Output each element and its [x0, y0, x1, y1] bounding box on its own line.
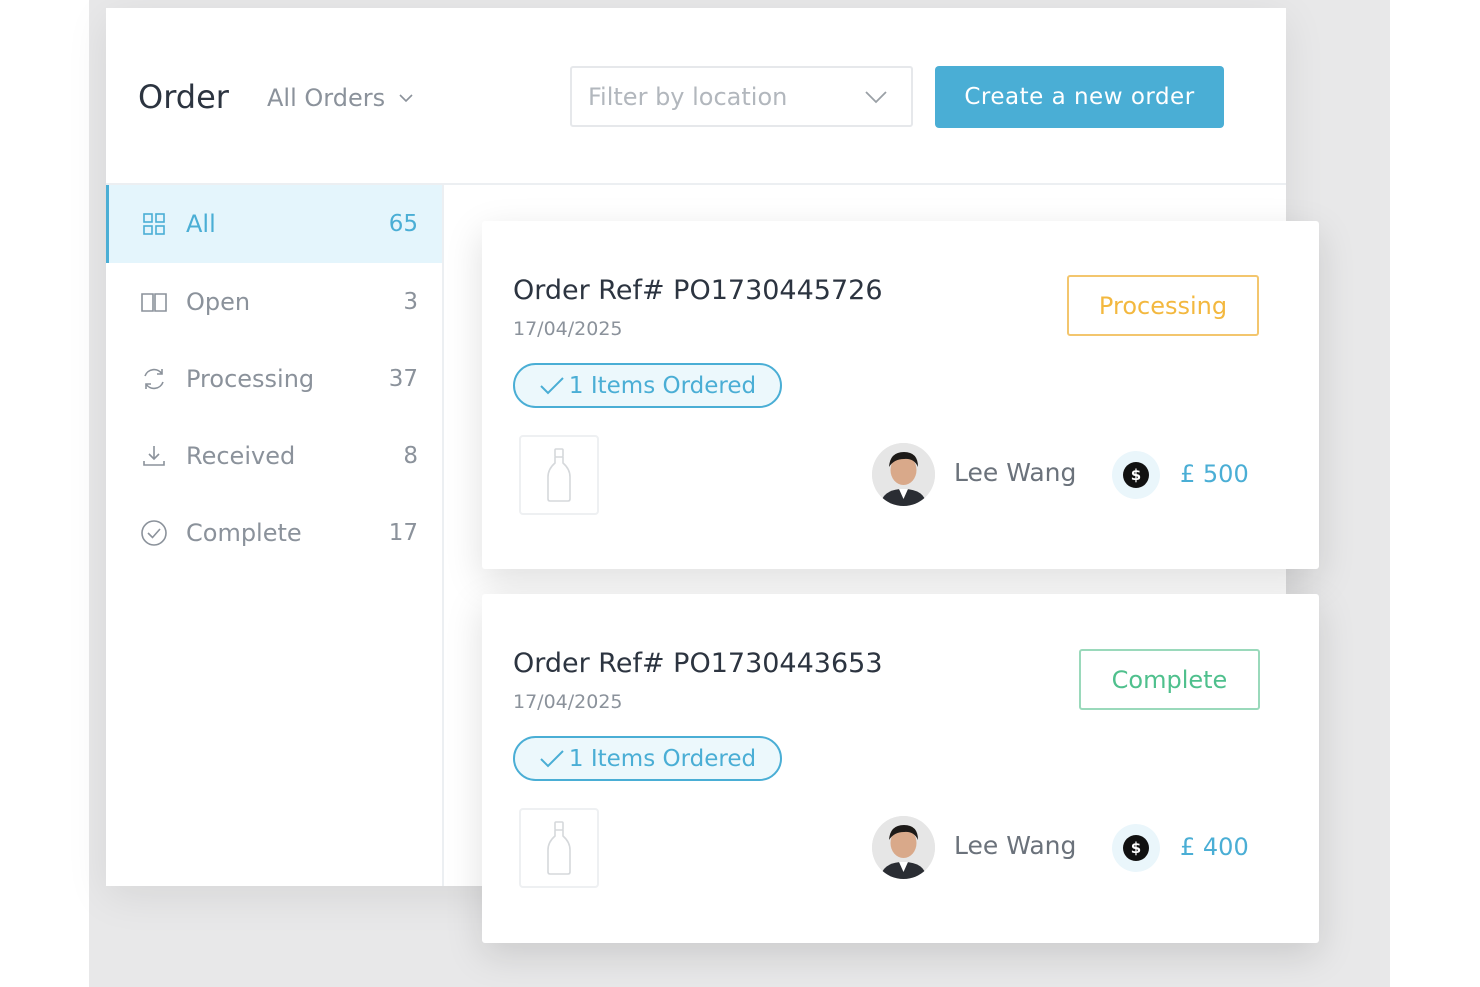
sidebar-item-label: Open — [186, 288, 251, 316]
avatar — [872, 816, 935, 879]
order-amount: £ 400 — [1180, 833, 1249, 861]
book-open-icon — [140, 288, 168, 316]
page-title: Order — [138, 78, 229, 116]
currency-icon: $ — [1112, 824, 1160, 872]
order-date: 17/04/2025 — [513, 318, 623, 340]
order-ref: Order Ref# PO1730445726 — [513, 275, 883, 306]
order-amount: £ 500 — [1180, 460, 1249, 488]
sidebar-item-label: Processing — [186, 365, 315, 393]
location-filter-select[interactable]: Filter by location — [570, 66, 913, 127]
sidebar-item-label: Received — [186, 442, 296, 470]
order-ref: Order Ref# PO1730443653 — [513, 648, 883, 679]
order-card[interactable]: Order Ref# PO1730445726 17/04/2025 Proce… — [482, 221, 1319, 569]
items-ordered-pill[interactable]: 1 Items Ordered — [513, 736, 782, 781]
refresh-icon — [140, 365, 168, 393]
sidebar-item-label: Complete — [186, 519, 302, 547]
status-badge: Processing — [1067, 275, 1259, 336]
customer-name: Lee Wang — [954, 831, 1077, 860]
status-badge: Complete — [1079, 649, 1260, 710]
items-ordered-label: 1 Items Ordered — [568, 745, 757, 772]
bottle-icon — [547, 821, 571, 875]
check-icon — [540, 749, 564, 767]
order-date: 17/04/2025 — [513, 691, 623, 713]
customer-name: Lee Wang — [954, 458, 1077, 487]
location-filter-placeholder: Filter by location — [588, 82, 788, 111]
sidebar-item-count: 65 — [388, 211, 418, 237]
product-thumbnail[interactable] — [519, 808, 599, 888]
bottle-icon — [547, 448, 571, 502]
currency-icon: $ — [1112, 451, 1160, 499]
download-icon — [140, 442, 168, 470]
items-ordered-pill[interactable]: 1 Items Ordered — [513, 363, 782, 408]
sidebar-item-processing[interactable]: Processing 37 — [106, 340, 442, 418]
create-order-button[interactable]: Create a new order — [935, 66, 1224, 128]
sidebar-item-open[interactable]: Open 3 — [106, 263, 442, 341]
sidebar-item-complete[interactable]: Complete 17 — [106, 494, 442, 572]
sidebar-item-label: All — [186, 210, 216, 238]
sidebar-item-all[interactable]: All 65 — [106, 185, 442, 263]
avatar — [872, 443, 935, 506]
sidebar-item-count: 3 — [403, 289, 418, 315]
check-circle-icon — [140, 519, 168, 547]
sidebar-item-count: 8 — [403, 443, 418, 469]
sidebar-item-received[interactable]: Received 8 — [106, 417, 442, 495]
grid-icon — [140, 210, 168, 238]
chevron-down-icon — [399, 94, 413, 103]
items-ordered-label: 1 Items Ordered — [568, 372, 757, 399]
product-thumbnail[interactable] — [519, 435, 599, 515]
order-card[interactable]: Order Ref# PO1730443653 17/04/2025 Compl… — [482, 594, 1319, 943]
sidebar-item-count: 17 — [388, 520, 418, 546]
check-icon — [540, 376, 564, 394]
all-orders-dropdown[interactable]: All Orders — [267, 84, 413, 112]
header: Order All Orders Filter by location Crea… — [106, 8, 1286, 185]
view-select-label: All Orders — [267, 84, 386, 112]
chevron-down-icon — [865, 90, 887, 103]
status-sidebar: All 65 Open 3 Processing 37 Received 8 C… — [106, 185, 444, 886]
sidebar-item-count: 37 — [388, 366, 418, 392]
